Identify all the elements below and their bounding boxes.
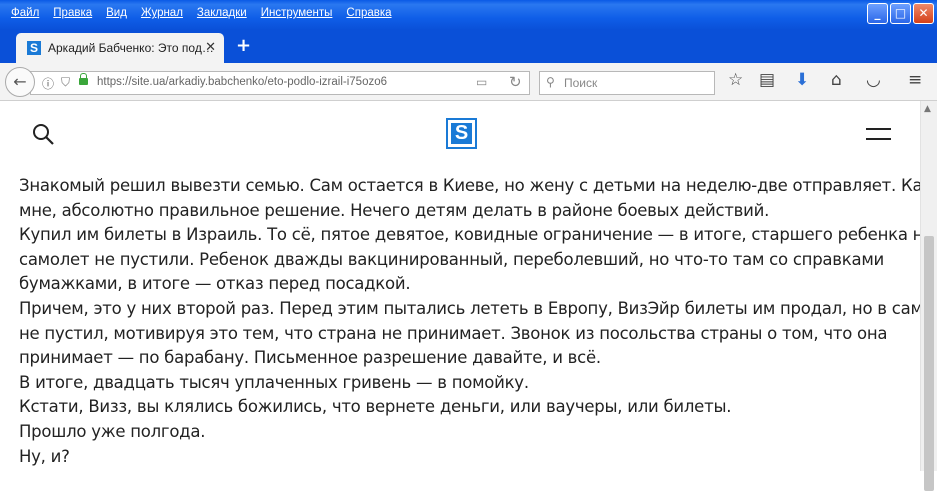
article-line: Знакомый решил вывезти семью. Сам остает… — [19, 176, 937, 195]
tracking-shield-icon[interactable]: ⛉ — [61, 75, 70, 90]
menu-view[interactable]: Вид — [99, 6, 134, 20]
search-bar[interactable]: ⚲ Поиск — [539, 71, 715, 95]
menu-tools[interactable]: Инструменты — [254, 6, 340, 20]
article-line: Ну, и? — [19, 446, 70, 466]
page-scrollbar[interactable]: ▲ — [920, 101, 937, 491]
window-controls: _ □ ✕ — [867, 3, 934, 24]
menu-edit[interactable]: Правка — [46, 6, 99, 20]
article-line: принимает — по барабану. Письменное разр… — [19, 348, 601, 368]
scrollbar-thumb[interactable] — [924, 236, 934, 491]
article-line: Причем, это у них второй раз. Перед этим… — [19, 298, 937, 318]
article-line: В итоге, двадцать тысяч уплаченных гриве… — [19, 372, 529, 392]
bookmarks-library-icon[interactable]: ▤ — [759, 70, 775, 90]
article-line: Кстати, Визз, вы клялись божились, что в… — [19, 397, 732, 417]
back-button[interactable]: ← — [5, 67, 35, 97]
bookmark-star-icon[interactable]: ☆ — [728, 70, 743, 90]
close-icon: ✕ — [918, 6, 929, 20]
menu-help[interactable]: Справка — [339, 6, 398, 20]
url-bar[interactable]: ⓘ ⛉ https://site.ua/arkadiy.babchenko/et… — [30, 71, 530, 95]
new-tab-icon[interactable]: + — [236, 35, 251, 56]
site-menu-icon[interactable] — [866, 128, 891, 141]
page-content: S Знакомый решил вывезти семью. Сам оста… — [0, 101, 937, 471]
reader-view-icon[interactable]: ▭ — [476, 75, 487, 89]
article-line: мне, абсолютно правильное решение. Нечег… — [19, 200, 770, 220]
scroll-up-icon[interactable]: ▲ — [924, 104, 931, 114]
menu-file[interactable]: Файл — [4, 6, 46, 20]
back-arrow-icon: ← — [13, 72, 27, 91]
tab-active[interactable]: S Аркадий Бабченко: Это под… ✕ — [16, 33, 224, 63]
menu-bookmarks[interactable]: Закладки — [190, 6, 254, 20]
minimize-icon: _ — [874, 6, 881, 20]
reload-icon[interactable]: ↻ — [509, 73, 522, 91]
home-icon[interactable]: ⌂ — [831, 70, 842, 90]
maximize-icon: □ — [894, 6, 907, 20]
downloads-icon[interactable]: ⬇ — [795, 70, 809, 90]
tab-close-icon[interactable]: ✕ — [205, 40, 216, 55]
title-bar: Файл Правка Вид Журнал Закладки Инструме… — [0, 0, 937, 30]
site-search-icon[interactable] — [32, 123, 54, 145]
site-logo[interactable]: S — [446, 118, 477, 149]
info-icon[interactable]: ⓘ — [42, 75, 54, 92]
close-window-button[interactable]: ✕ — [913, 3, 934, 24]
hamburger-menu-icon[interactable]: ≡ — [908, 70, 922, 90]
menu-history[interactable]: Журнал — [134, 6, 190, 20]
maximize-button[interactable]: □ — [890, 3, 911, 24]
menu-bar: Файл Правка Вид Журнал Закладки Инструме… — [4, 6, 399, 20]
minimize-button[interactable]: _ — [867, 3, 888, 24]
article-line: Купил им билеты в Израиль. То сё, пятое … — [19, 225, 934, 245]
search-icon: ⚲ — [546, 75, 555, 89]
article-line: не пустил, мотивируя это тем, что страна… — [19, 323, 888, 343]
lock-icon[interactable] — [79, 73, 88, 85]
article-body: Знакомый решил вывезти семью. Сам остает… — [19, 174, 937, 469]
tab-title: Аркадий Бабченко: Это под… — [48, 41, 214, 55]
pocket-icon[interactable]: ◡ — [866, 70, 881, 90]
site-favicon-icon: S — [27, 41, 41, 55]
site-logo-letter: S — [451, 123, 472, 144]
url-text[interactable]: https://site.ua/arkadiy.babchenko/eto-po… — [97, 76, 387, 88]
search-placeholder: Поиск — [564, 76, 598, 90]
article-line: самолет не пустили. Ребенок дважды вакци… — [19, 249, 885, 269]
article-line: бумажками, в итоге — отказ перед посадко… — [19, 274, 411, 294]
tab-strip: S Аркадий Бабченко: Это под… ✕ — [0, 30, 937, 63]
article-line: Прошло уже полгода. — [19, 421, 206, 441]
